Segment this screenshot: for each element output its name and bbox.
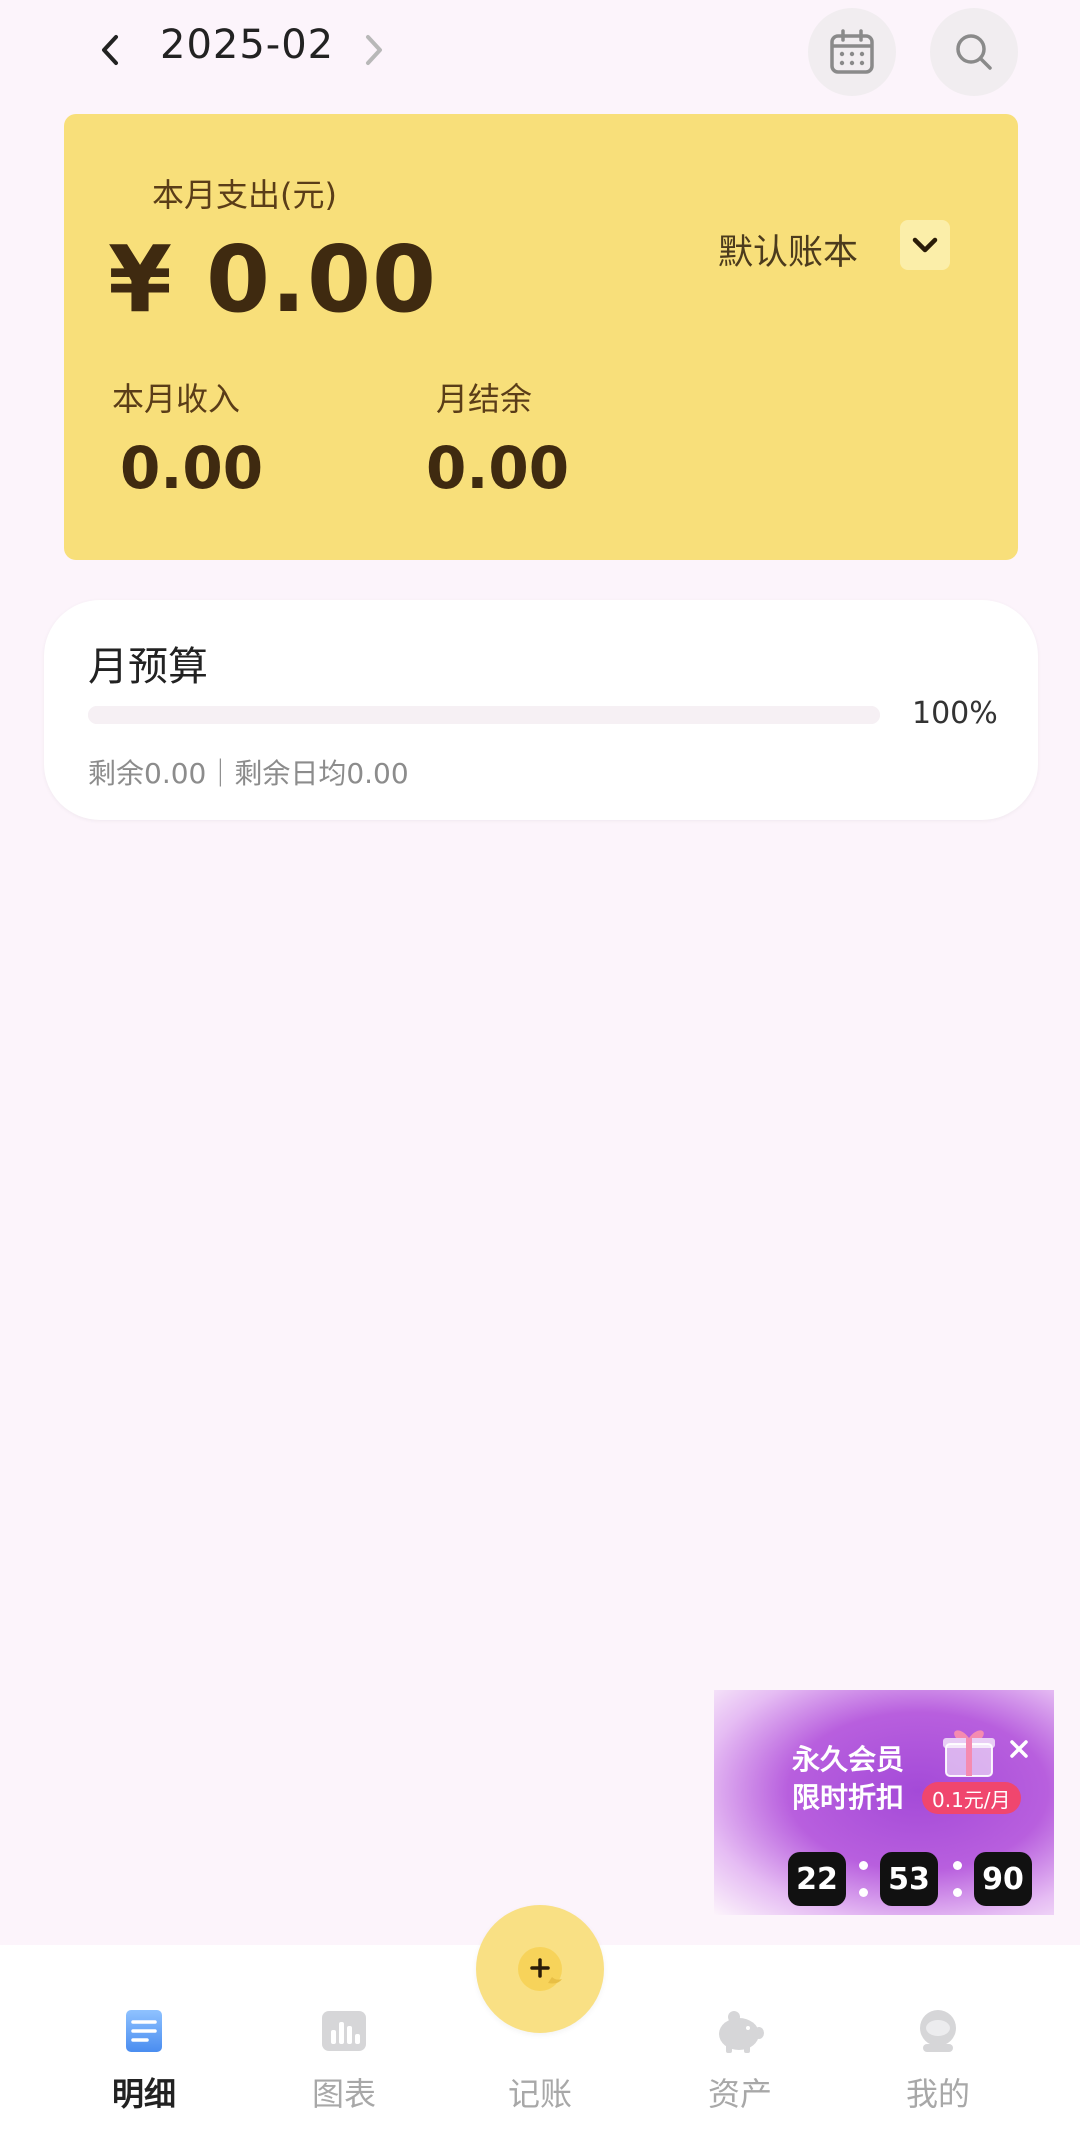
close-icon	[1010, 1740, 1028, 1758]
account-book-name[interactable]: 默认账本	[718, 224, 858, 275]
nav-label-record: 记账	[507, 2075, 572, 2113]
nav-label-charts: 图表	[311, 2075, 376, 2113]
account-book-dropdown[interactable]	[900, 220, 950, 270]
search-button[interactable]	[930, 8, 1018, 96]
countdown-hours: 22	[788, 1852, 846, 1906]
profile-icon	[912, 2005, 964, 2057]
nav-item-charts[interactable]: 图表	[274, 2005, 414, 2125]
monthly-income-value: 0.00	[120, 434, 264, 502]
countdown-separator	[858, 1852, 868, 1906]
previous-month-button[interactable]	[92, 28, 128, 72]
budget-title: 月预算	[88, 644, 208, 690]
chevron-down-icon	[912, 237, 938, 253]
budget-remaining-detail: 剩余0.00｜剩余日均0.00	[88, 757, 409, 790]
monthly-income-label: 本月收入	[112, 380, 241, 418]
membership-promo-banner[interactable]: 永久会员 限时折扣 0.1元/月 22 53 90	[714, 1690, 1054, 1915]
budget-progress-fill	[88, 706, 880, 724]
bar-chart-icon	[318, 2005, 370, 2057]
chevron-right-icon	[366, 35, 382, 65]
add-record-icon	[518, 1947, 562, 1991]
add-record-button[interactable]	[476, 1905, 604, 2033]
countdown-centiseconds: 90	[974, 1852, 1032, 1906]
monthly-expense-label: 本月支出(元)	[152, 176, 337, 214]
budget-percent: 100%	[912, 696, 998, 731]
monthly-summary-card: 本月支出(元) ¥ 0.00 默认账本 本月收入 0.00 月结余 0.00	[64, 114, 1018, 560]
list-document-icon	[118, 2005, 170, 2057]
nav-item-assets[interactable]: 资产	[670, 2005, 810, 2125]
chevron-left-icon	[102, 35, 118, 65]
countdown-separator	[952, 1852, 962, 1906]
top-bar: 2025-02	[0, 0, 1080, 110]
countdown-minutes: 53	[880, 1852, 938, 1906]
nav-item-details[interactable]: 明细	[74, 2005, 214, 2125]
monthly-balance-value: 0.00	[426, 434, 570, 502]
calendar-button[interactable]	[808, 8, 896, 96]
nav-label-profile: 我的	[905, 2075, 970, 2113]
monthly-balance-label: 月结余	[436, 380, 533, 418]
nav-label-details: 明细	[111, 2075, 176, 2113]
current-month-label[interactable]: 2025-02	[160, 22, 334, 68]
promo-close-button[interactable]	[1004, 1734, 1034, 1764]
search-icon	[956, 34, 992, 70]
promo-title-line2: 限时折扣	[792, 1781, 905, 1814]
monthly-budget-card[interactable]: 月预算 100% 剩余0.00｜剩余日均0.00	[44, 600, 1038, 820]
budget-progress-bar	[88, 706, 880, 724]
gift-box-icon	[943, 1730, 995, 1777]
nav-label-assets: 资产	[707, 2075, 772, 2113]
nav-item-profile[interactable]: 我的	[868, 2005, 1008, 2125]
monthly-expense-amount: ¥ 0.00	[108, 226, 438, 333]
calendar-icon	[830, 29, 874, 74]
promo-title-line1: 永久会员	[792, 1743, 905, 1776]
promo-price-badge: 0.1元/月	[922, 1782, 1021, 1814]
next-month-button[interactable]	[356, 28, 392, 72]
piggy-bank-icon	[714, 2005, 766, 2057]
